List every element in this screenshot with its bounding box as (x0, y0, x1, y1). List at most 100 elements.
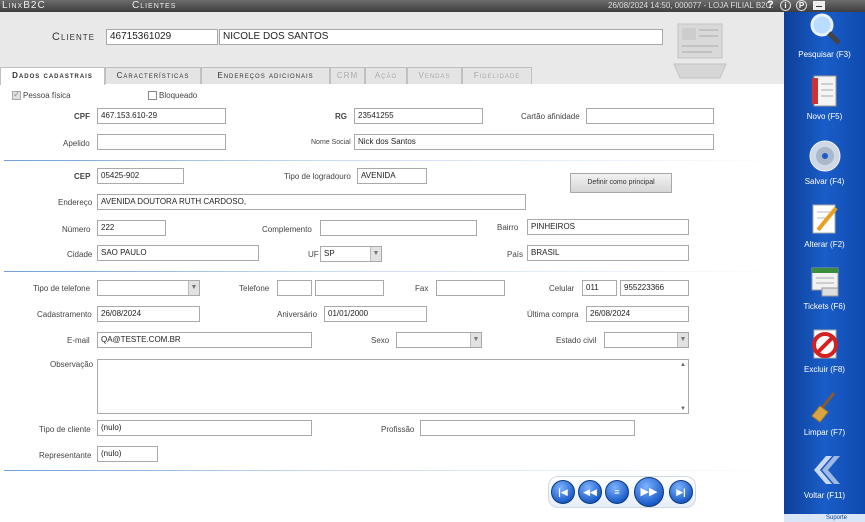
tickets-button[interactable]: Tickets (F6) (784, 264, 865, 314)
new-document-icon (812, 75, 837, 107)
scroll-down-icon[interactable]: ▼ (680, 406, 686, 412)
pais-label: País (507, 250, 524, 259)
voltar-label: Voltar (F11) (803, 491, 846, 500)
tab-enderecos-adicionais[interactable]: Endereços adicionais (201, 67, 330, 84)
telefone-field[interactable] (315, 280, 384, 296)
apelido-field[interactable] (97, 134, 226, 150)
pessoa-fisica-label: Pessoa física (23, 91, 71, 100)
limpar-label: Limpar (F7) (803, 428, 846, 437)
cpf-field[interactable]: 467.153.610-29 (97, 108, 226, 124)
celular-label: Celular (549, 284, 575, 293)
tipo-cliente-field[interactable]: (nulo) (97, 420, 312, 436)
cartao-afinidade-label: Cartão afinidade (521, 112, 580, 121)
observacao-label: Observação (50, 360, 94, 369)
email-field[interactable]: QA@TESTE.COM.BR (97, 332, 312, 348)
cliente-code-field[interactable]: 46715361029 (106, 29, 218, 45)
limpar-button[interactable]: Limpar (F7) (784, 390, 865, 440)
tipo-telefone-select[interactable]: ▼ (97, 280, 200, 296)
tab-acao[interactable]: Ação (365, 67, 407, 84)
endereco-label: Endereço (58, 198, 93, 207)
rg-field[interactable]: 23541255 (354, 108, 483, 124)
window-title: Clientes (132, 0, 177, 11)
uf-select[interactable]: SP ▼ (320, 246, 382, 262)
estado-civil-select[interactable]: ▼ (604, 332, 689, 348)
previous-record-icon[interactable]: ◀◀ (578, 480, 602, 504)
endereco-field[interactable]: AVENIDA DOUTORA RUTH CARDOSO, (97, 194, 526, 210)
tab-crm[interactable]: CRM (330, 67, 365, 84)
rg-label: RG (335, 112, 347, 121)
cep-field[interactable]: 05425-902 (97, 168, 184, 184)
apelido-label: Apelido (63, 139, 90, 148)
list-icon[interactable]: ≡ (605, 480, 629, 504)
alterar-button[interactable]: Alterar (F2) (784, 202, 865, 252)
pesquisar-label: Pesquisar (F3) (798, 50, 851, 59)
title-bar: LinxB2C Clientes 26/08/2024 14:50, 00007… (0, 0, 865, 12)
chevron-down-icon[interactable]: ▼ (470, 333, 481, 347)
next-record-icon[interactable]: ▶▶ (634, 477, 664, 507)
excluir-button[interactable]: Excluir (F8) (784, 327, 865, 377)
cidade-label: Cidade (67, 250, 93, 259)
ultima-compra-field[interactable]: 26/08/2024 (586, 306, 689, 322)
alterar-label: Alterar (F2) (804, 240, 845, 249)
cadastramento-field[interactable]: 26/08/2024 (97, 306, 200, 322)
section-divider (4, 160, 784, 161)
cartao-afinidade-field[interactable] (586, 108, 714, 124)
voltar-button[interactable]: Voltar (F11) (784, 453, 865, 503)
aniversario-field[interactable]: 01/01/2000 (324, 306, 427, 322)
nome-social-field[interactable]: Nick dos Santos (354, 134, 714, 150)
cpf-label: CPF (74, 112, 90, 121)
profissao-field[interactable] (420, 420, 635, 436)
excluir-label: Excluir (F8) (804, 365, 845, 374)
celular-ddd-field[interactable]: 011 (582, 280, 617, 296)
tab-fidelidade[interactable]: Fidelidade (462, 67, 532, 84)
estado-civil-label: Estado civil (556, 336, 597, 345)
pais-field[interactable]: BRASIL (527, 245, 689, 261)
register-illustration-icon (673, 23, 727, 79)
aniversario-label: Aniversário (277, 310, 318, 319)
bairro-label: Bairro (497, 223, 519, 232)
novo-button[interactable]: Novo (F5) (784, 74, 865, 124)
tab-vendas[interactable]: Vendas (407, 67, 462, 84)
bairro-field[interactable]: PINHEIROS (527, 219, 689, 235)
minimize-icon[interactable] (813, 1, 825, 10)
scroll-up-icon[interactable]: ▲ (680, 362, 686, 368)
suporte-link[interactable]: Suporte (784, 514, 865, 522)
salvar-label: Salvar (F4) (804, 177, 845, 186)
sexo-select[interactable]: ▼ (396, 332, 482, 348)
bloqueado-checkbox[interactable] (148, 91, 157, 100)
tipo-logradouro-field[interactable]: AVENIDA (357, 168, 427, 184)
cliente-name-field[interactable]: NICOLE DOS SANTOS (219, 29, 663, 45)
fax-field[interactable] (436, 280, 505, 296)
complemento-field[interactable] (320, 220, 477, 236)
tipo-cliente-label: Tipo de cliente (39, 425, 91, 434)
pessoa-fisica-checkbox[interactable] (12, 89, 21, 100)
last-record-icon[interactable]: ▶| (669, 480, 693, 504)
tab-caracteristicas[interactable]: Características (105, 67, 201, 84)
first-record-icon[interactable]: |◀ (551, 480, 575, 504)
cliente-label: Cliente (52, 31, 95, 43)
fax-label: Fax (415, 284, 429, 293)
salvar-button[interactable]: Salvar (F4) (784, 139, 865, 189)
chevron-down-icon[interactable]: ▼ (677, 333, 688, 347)
numero-field[interactable]: 222 (97, 220, 166, 236)
p-icon[interactable]: P (796, 0, 807, 11)
help-icon[interactable]: ? (767, 0, 774, 11)
celular-field[interactable]: 955223366 (620, 280, 689, 296)
telefone-ddd-field[interactable] (277, 280, 312, 296)
observacao-textarea[interactable]: ▲ ▼ (97, 359, 689, 414)
cadastramento-label: Cadastramento (37, 310, 92, 319)
back-arrow-icon (814, 456, 840, 484)
disk-icon (809, 140, 841, 172)
chevron-down-icon[interactable]: ▼ (188, 281, 199, 295)
definir-principal-button[interactable]: Definir como principal (570, 173, 672, 193)
uf-label: UF (308, 250, 319, 259)
chevron-down-icon[interactable]: ▼ (370, 247, 381, 261)
cidade-field[interactable]: SAO PAULO (97, 245, 259, 261)
info-icon[interactable]: i (780, 0, 791, 11)
tab-dados-cadastrais[interactable]: Dados cadastrais (0, 67, 105, 85)
representante-field[interactable]: (nulo) (97, 446, 158, 462)
email-label: E-mail (67, 336, 90, 345)
section-divider (4, 271, 784, 272)
pesquisar-button[interactable]: Pesquisar (F3) (784, 12, 865, 62)
cep-label: CEP (74, 172, 91, 181)
